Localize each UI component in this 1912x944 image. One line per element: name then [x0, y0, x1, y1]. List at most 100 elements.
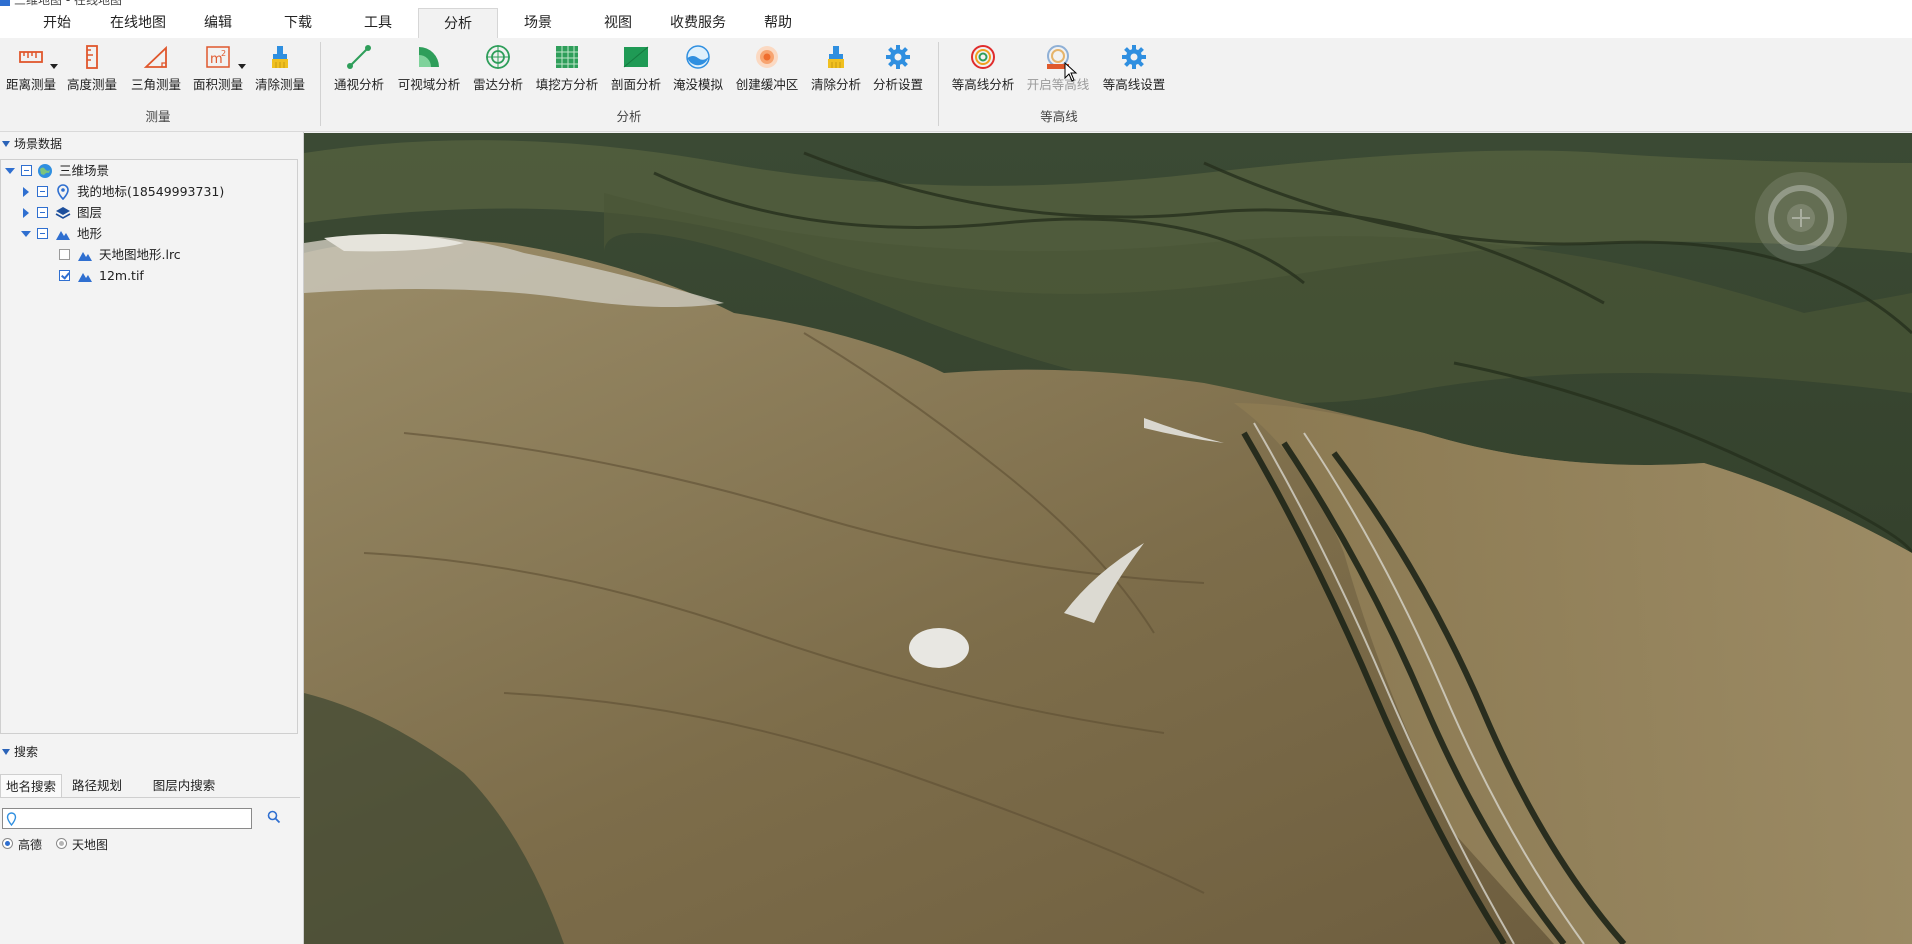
contour-analysis-button[interactable]: 等高线分析: [950, 40, 1016, 102]
tree-node-tianditu-terrain[interactable]: 天地图地形.lrc: [59, 244, 293, 265]
brush-icon: [828, 46, 844, 68]
search-tabs: 地名搜索 路径规划 图层内搜索: [0, 774, 300, 798]
collapse-icon: [2, 141, 10, 147]
distance-measure-button[interactable]: 距离测量: [2, 40, 60, 102]
tree-node-label: 我的地标(18549993731): [77, 184, 225, 199]
terrain-icon: [78, 273, 92, 282]
menu-paid-services[interactable]: 收费服务: [660, 8, 736, 38]
menu-scene[interactable]: 场景: [510, 8, 566, 38]
viewshed-button[interactable]: 可视域分析: [396, 40, 462, 102]
tree-node-terrain[interactable]: 地形: [21, 223, 293, 244]
source-gaode-radio[interactable]: 高德: [2, 834, 62, 854]
line-of-sight-icon: [347, 45, 371, 69]
measure-group-label: 测量: [145, 109, 171, 124]
expand-arrow-icon[interactable]: [23, 208, 29, 218]
distance-ruler-icon: [19, 51, 43, 63]
menu-view[interactable]: 视图: [590, 8, 646, 38]
tab-place-search[interactable]: 地名搜索: [0, 774, 62, 798]
scene-data-title: 场景数据: [14, 137, 63, 151]
layer-checkbox[interactable]: [59, 249, 70, 260]
menu-online-map[interactable]: 在线地图: [100, 8, 176, 38]
tree-node-3d-scene[interactable]: 三维场景: [3, 160, 293, 181]
placemark-icon: [57, 184, 69, 200]
expand-arrow-icon[interactable]: [21, 231, 31, 237]
clear-analysis-label: 清除分析: [810, 77, 861, 92]
analysis-group-label: 分析: [616, 109, 642, 124]
toggle-box-icon[interactable]: [37, 228, 48, 239]
navigation-compass-icon[interactable]: [1752, 169, 1850, 267]
toggle-box-icon[interactable]: [37, 207, 48, 218]
radar-icon: [486, 45, 510, 69]
search-field[interactable]: [2, 808, 252, 829]
search-input[interactable]: [19, 810, 247, 827]
menu-analysis[interactable]: 分析: [418, 8, 498, 39]
menu-download[interactable]: 下载: [270, 8, 326, 38]
tree-node-label: 天地图地形.lrc: [99, 247, 181, 262]
triangle-measure-button[interactable]: 三角测量: [128, 40, 184, 102]
area-measure-button[interactable]: m2 面积测量: [190, 40, 246, 102]
tab-divider: [0, 797, 300, 798]
tree-node-12m-tif[interactable]: 12m.tif: [59, 265, 293, 286]
height-measure-button[interactable]: 高度测量: [64, 40, 120, 102]
window-title: 三维地图 - 在线地图: [14, 0, 122, 7]
terrain-render: [304, 133, 1912, 944]
expand-arrow-icon[interactable]: [23, 187, 29, 197]
clear-measure-button[interactable]: 清除测量: [252, 40, 308, 102]
contour-analysis-label: 等高线分析: [951, 77, 1015, 92]
layer-checkbox[interactable]: [59, 270, 70, 281]
contour-settings-button[interactable]: 等高线设置: [1100, 40, 1168, 102]
search-header[interactable]: 搜索: [0, 742, 38, 762]
location-pin-icon: [6, 812, 17, 826]
svg-text:2: 2: [221, 49, 226, 58]
scene-data-header[interactable]: 场景数据: [0, 134, 62, 154]
analysis-settings-button[interactable]: 分析设置: [870, 40, 926, 102]
radio-button[interactable]: [56, 838, 67, 849]
search-icon[interactable]: [267, 810, 281, 824]
tree-node-my-placemarks[interactable]: 我的地标(18549993731): [21, 181, 293, 202]
radar-label: 雷达分析: [472, 77, 523, 92]
contour-icon: [971, 45, 995, 69]
3d-map-viewport[interactable]: [304, 133, 1912, 944]
app-icon: [0, 0, 10, 6]
contour-settings-label: 等高线设置: [1102, 77, 1166, 92]
create-buffer-button[interactable]: 创建缓冲区: [732, 40, 802, 102]
radar-button[interactable]: 雷达分析: [470, 40, 526, 102]
viewshed-label: 可视域分析: [397, 77, 461, 92]
terrain-icon: [78, 252, 92, 261]
profile-button[interactable]: 剖面分析: [608, 40, 664, 102]
analysis-settings-label: 分析设置: [872, 77, 923, 92]
enable-contour-button[interactable]: 开启等高线: [1024, 40, 1092, 102]
menu-bar: 开始 在线地图 编辑 下载 工具 分析 场景 视图 收费服务 帮助: [0, 8, 1912, 39]
expand-arrow-icon[interactable]: [5, 168, 15, 174]
cut-fill-button[interactable]: 填挖方分析: [534, 40, 600, 102]
group-separator: [938, 42, 939, 126]
create-buffer-label: 创建缓冲区: [735, 77, 799, 92]
menu-start[interactable]: 开始: [30, 8, 84, 38]
viewshed-icon: [419, 47, 439, 67]
menu-tools[interactable]: 工具: [350, 8, 406, 38]
radio-button[interactable]: [2, 838, 13, 849]
triangle-icon: [143, 45, 167, 68]
toggle-box-icon[interactable]: [21, 165, 32, 176]
toggle-box-icon[interactable]: [37, 186, 48, 197]
search-title: 搜索: [14, 745, 39, 759]
source-label: 高德: [18, 838, 43, 852]
tree-node-layers[interactable]: 图层: [21, 202, 293, 223]
mouse-cursor-icon: [1064, 62, 1078, 82]
menu-edit[interactable]: 编辑: [190, 8, 246, 38]
line-of-sight-button[interactable]: 通视分析: [330, 40, 388, 102]
tab-route-planning[interactable]: 路径规划: [66, 774, 128, 798]
contour-group-label: 等高线: [1040, 109, 1078, 124]
area-measure-dropdown-icon[interactable]: [238, 64, 246, 69]
globe-icon: [38, 164, 52, 178]
left-panel: 场景数据 三维场景 我的地标(18549993731) 图层 地形 天地图地形.…: [0, 132, 304, 944]
source-tianditu-radio[interactable]: 天地图: [56, 834, 126, 854]
distance-measure-dropdown-icon[interactable]: [50, 64, 58, 69]
flood-simulation-button[interactable]: 淹没模拟: [670, 40, 726, 102]
clear-analysis-button[interactable]: 清除分析: [808, 40, 864, 102]
menu-help[interactable]: 帮助: [750, 8, 806, 38]
gear-icon: [1122, 45, 1146, 69]
tab-layer-search[interactable]: 图层内搜索: [132, 774, 236, 798]
collapse-icon: [2, 749, 10, 755]
profile-icon: [623, 46, 649, 68]
